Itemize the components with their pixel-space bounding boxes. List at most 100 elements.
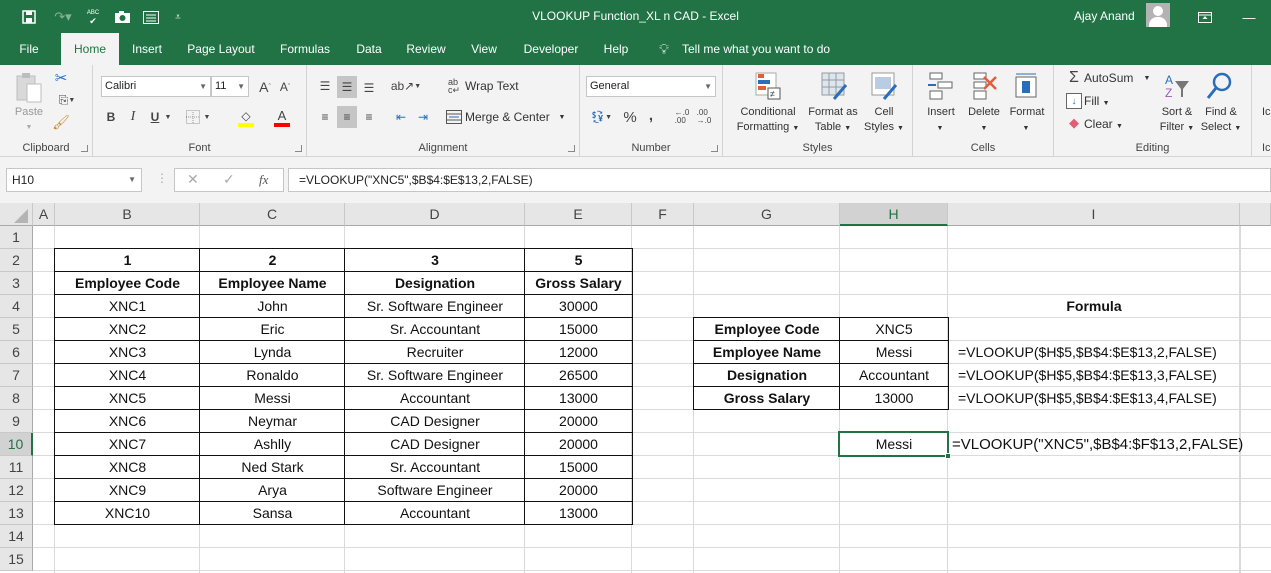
align-center-icon[interactable]: ≡: [337, 106, 357, 128]
row-header-11[interactable]: 11: [0, 456, 33, 479]
column-header-c[interactable]: C: [200, 203, 345, 226]
name-box[interactable]: H10 ▼: [6, 168, 142, 192]
paste-dropdown-icon[interactable]: ▼: [22, 120, 36, 135]
merge-dropdown-icon[interactable]: ▼: [557, 110, 567, 125]
insert-cells-button[interactable]: Insert: [921, 105, 961, 120]
fill-icon[interactable]: ↓: [1066, 93, 1082, 109]
underline-button[interactable]: U: [147, 107, 163, 127]
paste-icon[interactable]: [14, 71, 44, 105]
column-header-b[interactable]: B: [55, 203, 200, 226]
format-as-table-button[interactable]: Format as Table ▼: [805, 105, 861, 136]
column-header-e[interactable]: E: [525, 203, 632, 226]
row-header-3[interactable]: 3: [0, 272, 33, 295]
find-select-button[interactable]: Find & Select ▼: [1198, 105, 1244, 136]
select-all-button[interactable]: [0, 203, 33, 226]
autosum-dropdown-icon[interactable]: ▼: [1142, 71, 1152, 86]
column-header-d[interactable]: D: [345, 203, 525, 226]
align-left-icon[interactable]: ≡: [315, 106, 335, 128]
cancel-icon[interactable]: ✕: [187, 171, 199, 188]
increase-font-icon[interactable]: Aˆ: [257, 77, 273, 97]
fill-color-icon[interactable]: ◇: [231, 107, 261, 129]
lookup-formula-text[interactable]: =VLOOKUP($H$5,$B$4:$E$13,2,FALSE): [958, 341, 1217, 364]
delete-dropdown-icon[interactable]: ▼: [977, 121, 991, 136]
bottom-align-icon[interactable]: ☰: [359, 78, 379, 98]
cut-icon[interactable]: ✂: [52, 69, 70, 87]
fill-button[interactable]: Fill ▼: [1084, 94, 1124, 111]
comma-button[interactable]: ,: [644, 105, 658, 125]
formula-heading[interactable]: Formula: [948, 295, 1240, 318]
tab-help[interactable]: Help: [600, 33, 632, 65]
clear-icon[interactable]: ◆: [1066, 115, 1082, 131]
column-header-h[interactable]: H: [840, 203, 948, 226]
row-header-9[interactable]: 9: [0, 410, 33, 433]
number-format-select[interactable]: General ▼: [586, 76, 716, 97]
font-color-icon[interactable]: A: [267, 107, 297, 129]
sort-filter-button[interactable]: Sort & Filter ▼: [1156, 105, 1198, 136]
row-header-12[interactable]: 12: [0, 479, 33, 502]
conditional-formatting-icon[interactable]: ≠: [753, 70, 783, 102]
wrap-text-icon[interactable]: ab c↵: [445, 76, 463, 96]
insert-function-icon[interactable]: fx: [259, 172, 268, 188]
autosum-icon[interactable]: Σ: [1066, 69, 1082, 87]
delete-cells-icon[interactable]: [969, 70, 999, 102]
format-dropdown-icon[interactable]: ▼: [1019, 121, 1033, 136]
conditional-formatting-button[interactable]: Conditional Formatting ▼: [733, 105, 803, 136]
active-formula-text[interactable]: =VLOOKUP("XNC5",$B$4:$F$13,2,FALSE): [952, 433, 1243, 456]
minimize-icon[interactable]: —: [1240, 7, 1258, 27]
cell-styles-icon[interactable]: [869, 70, 899, 102]
row-header-4[interactable]: 4: [0, 295, 33, 318]
row-header-10[interactable]: 10: [0, 433, 33, 456]
align-right-icon[interactable]: ≡: [359, 106, 379, 128]
increase-indent-icon[interactable]: ⇥: [413, 106, 433, 128]
avatar[interactable]: [1146, 3, 1170, 27]
column-header-g[interactable]: G: [694, 203, 840, 226]
font-launcher-icon[interactable]: [295, 145, 302, 152]
user-name[interactable]: Ajay Anand: [1074, 9, 1135, 23]
increase-decimal-icon[interactable]: ←.0.00: [672, 107, 692, 127]
format-painter-icon[interactable]: 🖌︎: [52, 113, 70, 131]
formula-bar-grip[interactable]: ⋮: [156, 171, 168, 185]
copy-icon[interactable]: ⎘ ▼: [52, 91, 82, 109]
cell-styles-button[interactable]: Cell Styles ▼: [861, 105, 907, 136]
font-size-select[interactable]: 11 ▼: [211, 76, 249, 97]
tab-review[interactable]: Review: [404, 33, 448, 65]
column-header-next[interactable]: [1240, 203, 1271, 226]
format-as-table-icon[interactable]: [819, 70, 849, 102]
tab-data[interactable]: Data: [350, 33, 388, 65]
row-header-13[interactable]: 13: [0, 502, 33, 525]
fill-handle[interactable]: [945, 453, 951, 459]
tab-view[interactable]: View: [467, 33, 501, 65]
lookup-formula-text[interactable]: =VLOOKUP($H$5,$B$4:$E$13,3,FALSE): [958, 364, 1217, 387]
formula-input[interactable]: =VLOOKUP("XNC5",$B$4:$E$13,2,FALSE): [288, 168, 1271, 192]
tab-insert[interactable]: Insert: [126, 33, 168, 65]
clear-button[interactable]: Clear ▼: [1084, 117, 1134, 134]
font-name-select[interactable]: Calibri ▼: [101, 76, 211, 97]
row-header-8[interactable]: 8: [0, 387, 33, 410]
tab-formulas[interactable]: Formulas: [275, 33, 335, 65]
insert-dropdown-icon[interactable]: ▼: [933, 121, 947, 136]
wrap-text-button[interactable]: Wrap Text: [465, 79, 525, 94]
percent-button[interactable]: %: [620, 107, 640, 127]
tab-home[interactable]: Home: [61, 33, 119, 65]
delete-cells-button[interactable]: Delete: [963, 105, 1005, 120]
column-header-a[interactable]: A: [33, 203, 55, 226]
ribbon-display-icon[interactable]: [1196, 7, 1214, 27]
borders-icon[interactable]: ▼: [183, 107, 213, 127]
accounting-format-icon[interactable]: 💱︎ ▼: [586, 107, 616, 127]
column-header-f[interactable]: F: [632, 203, 694, 226]
paste-button[interactable]: Paste: [12, 105, 46, 120]
tab-file[interactable]: File: [12, 33, 46, 65]
row-header-2[interactable]: 2: [0, 249, 33, 272]
italic-button[interactable]: I: [125, 107, 141, 127]
column-header-i[interactable]: I: [948, 203, 1240, 226]
find-select-icon[interactable]: [1204, 70, 1234, 102]
merge-center-icon[interactable]: [445, 107, 463, 127]
tell-me-search[interactable]: Tell me what you want to do: [682, 33, 837, 65]
decrease-decimal-icon[interactable]: .00 →.0: [694, 107, 714, 127]
merge-center-button[interactable]: Merge & Center: [465, 110, 555, 125]
row-header-15[interactable]: 15: [0, 548, 33, 571]
middle-align-icon[interactable]: ☰: [337, 76, 357, 98]
decrease-font-icon[interactable]: Aˇ: [277, 77, 293, 97]
tab-developer[interactable]: Developer: [521, 33, 581, 65]
decrease-indent-icon[interactable]: ⇤: [391, 106, 411, 128]
